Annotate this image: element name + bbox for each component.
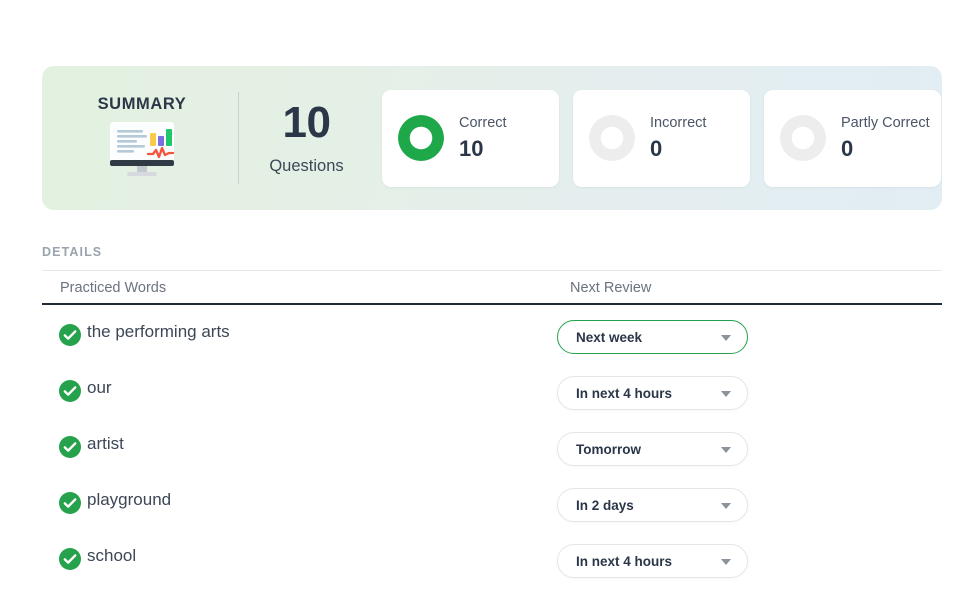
practiced-word: our: [87, 378, 112, 397]
chevron-down-icon: [721, 391, 731, 397]
table-header: Practiced Words Next Review: [42, 271, 942, 305]
questions-block: 10 Questions: [239, 97, 374, 176]
incorrect-ring-icon: [589, 115, 635, 161]
chevron-down-icon: [721, 559, 731, 565]
next-review-select[interactable]: In next 4 hours: [557, 376, 748, 410]
summary-identity: SUMMARY: [42, 95, 232, 182]
next-review-value: In 2 days: [576, 497, 634, 513]
stat-value-partly-correct: 0: [841, 136, 854, 162]
practiced-word: the performing arts: [87, 322, 230, 341]
details-section-label: DETAILS: [42, 245, 103, 259]
status-correct-icon: [59, 492, 81, 514]
table-row: artist Tomorrow: [42, 419, 942, 475]
questions-label: Questions: [269, 156, 344, 175]
status-correct-icon: [59, 548, 81, 570]
column-header-practiced-words: Practiced Words: [60, 280, 167, 296]
status-correct-icon: [59, 380, 81, 402]
stat-label-incorrect: Incorrect: [650, 114, 707, 131]
practiced-words-table: the performing arts Next week our In nex…: [42, 307, 942, 587]
stat-label-correct: Correct: [459, 114, 507, 131]
stat-value-incorrect: 0: [650, 136, 663, 162]
stat-card-correct-text: Correct 10: [459, 114, 507, 162]
next-review-value: Tomorrow: [576, 441, 641, 457]
next-review-select[interactable]: Next week: [557, 320, 748, 354]
practiced-word: school: [87, 546, 137, 565]
stat-card-partly-correct: Partly Correct 0: [764, 89, 941, 187]
partly-correct-ring-icon: [780, 115, 826, 161]
next-review-value: Next week: [576, 329, 643, 345]
column-header-next-review: Next Review: [570, 280, 652, 296]
table-row: our In next 4 hours: [42, 363, 942, 419]
stat-card-incorrect: Incorrect 0: [573, 89, 750, 187]
correct-ring-icon: [398, 115, 444, 161]
next-review-select[interactable]: In next 4 hours: [557, 544, 748, 578]
practiced-word: playground: [87, 490, 172, 509]
summary-title: SUMMARY: [97, 94, 187, 113]
questions-count: 10: [282, 97, 331, 147]
summary-banner: SUMMARY 10 Questions Correct 10 Incorrec…: [42, 66, 942, 210]
chevron-down-icon: [721, 335, 731, 341]
status-correct-icon: [59, 436, 81, 458]
next-review-value: In next 4 hours: [576, 385, 673, 401]
stat-cards: Correct 10 Incorrect 0 Partly Correct 0: [382, 89, 941, 187]
chevron-down-icon: [721, 447, 731, 453]
practiced-word: artist: [87, 434, 124, 453]
stat-value-correct: 10: [459, 136, 484, 162]
monitor-report-icon: [106, 120, 178, 182]
chevron-down-icon: [721, 503, 731, 509]
stat-card-correct: Correct 10: [382, 89, 559, 187]
table-row: playground In 2 days: [42, 475, 942, 531]
stat-card-partly-correct-text: Partly Correct 0: [841, 114, 930, 162]
next-review-select[interactable]: In 2 days: [557, 488, 748, 522]
table-row: school In next 4 hours: [42, 531, 942, 587]
stat-label-partly-correct: Partly Correct: [841, 114, 930, 131]
next-review-value: In next 4 hours: [576, 553, 673, 569]
table-row: the performing arts Next week: [42, 307, 942, 363]
stat-card-incorrect-text: Incorrect 0: [650, 114, 707, 162]
next-review-select[interactable]: Tomorrow: [557, 432, 748, 466]
status-correct-icon: [59, 324, 81, 346]
